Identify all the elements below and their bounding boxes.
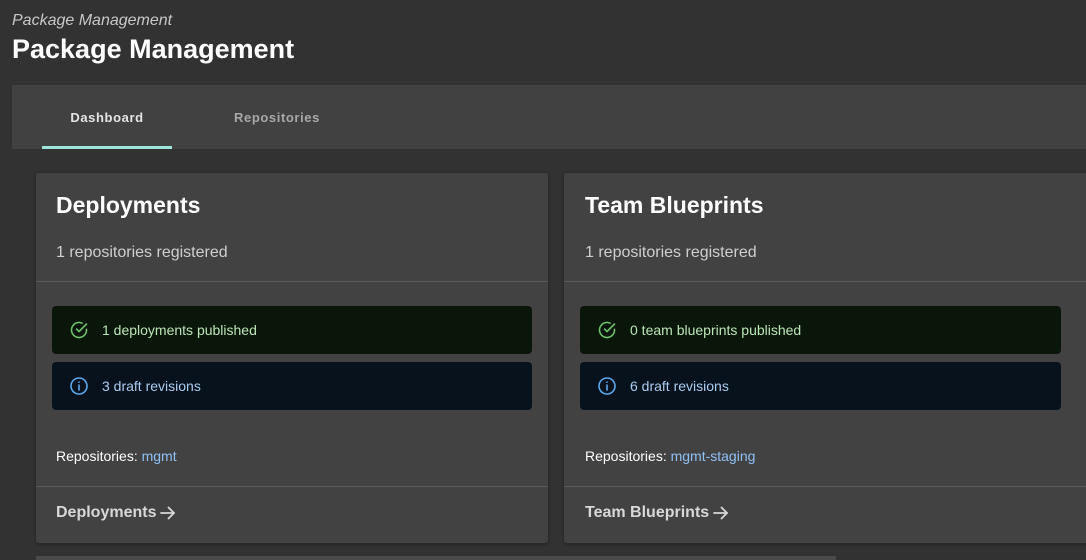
card-subtitle: 1 repositories registered (56, 244, 228, 261)
drafts-alert: 3 draft revisions (52, 362, 532, 410)
team-blueprints-link[interactable]: Team Blueprints (585, 504, 730, 522)
check-circle-icon (597, 320, 617, 340)
published-alert: 1 deployments published (52, 306, 532, 354)
team-blueprints-card: Team Blueprints 1 repositories registere… (564, 173, 1086, 543)
divider (36, 486, 548, 487)
repositories-label: Repositories: (56, 448, 138, 464)
info-circle-icon (597, 376, 617, 396)
page-title: Package Management (12, 34, 295, 64)
card-title: Team Blueprints (585, 192, 764, 218)
repositories-label: Repositories: (585, 448, 667, 464)
footer-link-label: Team Blueprints (585, 504, 710, 521)
drafts-text: 3 draft revisions (102, 378, 201, 394)
info-circle-icon (69, 376, 89, 396)
card-title: Deployments (56, 192, 201, 218)
repository-link[interactable]: mgmt-staging (671, 448, 756, 464)
arrow-right-icon (712, 504, 730, 522)
tab-repositories[interactable]: Repositories (212, 85, 342, 149)
deployments-card: Deployments 1 repositories registered 1 … (36, 173, 548, 543)
divider (564, 486, 1086, 487)
repositories-line: Repositories: mgmt-staging (585, 448, 755, 464)
check-circle-icon (69, 320, 89, 340)
breadcrumb: Package Management (12, 12, 173, 29)
tab-bar: Dashboard Repositories (12, 85, 1086, 149)
repositories-line: Repositories: mgmt (56, 448, 177, 464)
repository-link[interactable]: mgmt (142, 448, 177, 464)
tab-dashboard[interactable]: Dashboard (42, 85, 172, 149)
card-subtitle: 1 repositories registered (585, 244, 757, 261)
published-alert: 0 team blueprints published (580, 306, 1061, 354)
published-text: 1 deployments published (102, 322, 257, 338)
drafts-text: 6 draft revisions (630, 378, 729, 394)
deployments-link[interactable]: Deployments (56, 504, 177, 522)
drafts-alert: 6 draft revisions (580, 362, 1061, 410)
next-card-edge (36, 556, 836, 560)
published-text: 0 team blueprints published (630, 322, 802, 338)
arrow-right-icon (159, 504, 177, 522)
footer-link-label: Deployments (56, 504, 157, 521)
divider (564, 281, 1086, 282)
divider (36, 281, 548, 282)
